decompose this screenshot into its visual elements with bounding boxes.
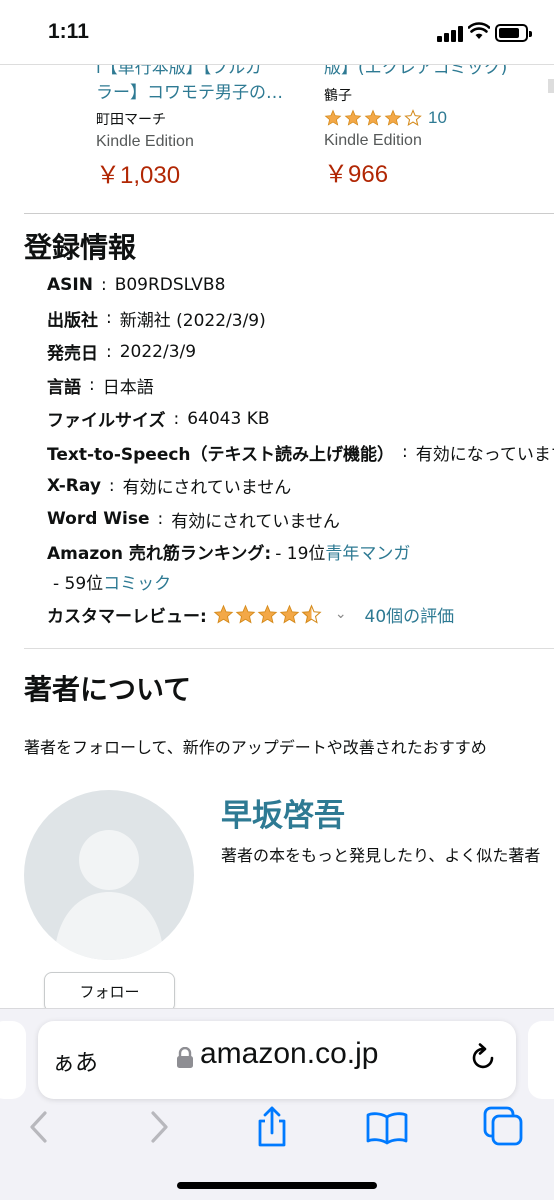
detail-key: ファイルサイズ bbox=[47, 411, 166, 432]
star-empty-icon bbox=[404, 109, 422, 127]
star-full-icon bbox=[257, 604, 278, 625]
product-card[interactable]: 版】(エクレアコミック) 鶴子 10 Kindle Edition ￥966 bbox=[324, 65, 539, 189]
next-product-peek bbox=[548, 79, 554, 93]
details-heading: 登録情報 bbox=[24, 231, 137, 264]
related-products-carousel[interactable]: l【単行本版】【フルカ ラー】コワモテ男子の… 町田マーチ Kindle Edi… bbox=[0, 64, 554, 214]
star-full-icon bbox=[384, 109, 402, 127]
browser-toolbar: ぁあ amazon.co.jp bbox=[0, 1008, 554, 1200]
wifi-icon bbox=[467, 22, 491, 44]
ranking-key: Amazon 売れ筋ランキング: bbox=[47, 543, 272, 564]
customer-reviews-row[interactable]: カスタマーレビュー: ⌄ 40個の評価 bbox=[47, 596, 554, 632]
product-details-list: ASIN: B09RDSLVB8 出版社: 新潮社 (2022/3/9) 発売日:2… bbox=[47, 268, 554, 632]
follow-button[interactable]: フォロー bbox=[44, 972, 175, 1012]
ranking-value: - 19位 bbox=[275, 543, 326, 564]
address-bar[interactable]: ぁあ amazon.co.jp bbox=[38, 1021, 516, 1099]
ratings-link[interactable]: 40個の評価 bbox=[365, 602, 455, 627]
author-name-link[interactable]: 早坂啓吾 bbox=[221, 790, 345, 835]
page-settings-button[interactable]: ぁあ bbox=[52, 1043, 98, 1077]
ranking-value: - 59位 bbox=[53, 573, 104, 594]
detail-key: 発売日 bbox=[47, 344, 98, 365]
ranking-category-link[interactable]: コミック bbox=[103, 569, 171, 594]
product-card[interactable]: l【単行本版】【フルカ ラー】コワモテ男子の… 町田マーチ Kindle Edi… bbox=[96, 65, 311, 190]
user-silhouette-icon bbox=[54, 830, 164, 960]
product-rating[interactable]: 10 bbox=[324, 108, 539, 128]
detail-key: Text-to-Speech（テキスト読み上げ機能） bbox=[47, 444, 395, 465]
forward-icon[interactable] bbox=[136, 1105, 180, 1149]
detail-row: ASIN: B09RDSLVB8 bbox=[47, 274, 226, 295]
next-tab-peek[interactable] bbox=[528, 1021, 554, 1099]
cellular-signal-icon bbox=[437, 26, 463, 42]
reload-icon[interactable] bbox=[470, 1043, 498, 1077]
star-full-icon bbox=[324, 109, 342, 127]
lock-icon bbox=[176, 1046, 194, 1073]
star-half-icon bbox=[301, 603, 322, 625]
tabs-icon[interactable] bbox=[482, 1105, 526, 1149]
previous-tab-peek[interactable] bbox=[0, 1021, 26, 1099]
bookmarks-icon[interactable] bbox=[364, 1105, 408, 1149]
author-description: 著者の本をもっと発見したり、よく似た著者 bbox=[221, 846, 541, 865]
detail-row: 出版社: 新潮社 (2022/3/9) bbox=[47, 302, 554, 336]
detail-key: ASIN bbox=[47, 274, 93, 295]
detail-row: ファイルサイズ:64043 KB bbox=[47, 402, 554, 436]
rating-count[interactable]: 10 bbox=[428, 108, 447, 128]
detail-key: Word Wise bbox=[47, 509, 150, 530]
product-price: ￥1,030 bbox=[96, 162, 181, 189]
reviews-key: カスタマーレビュー: bbox=[47, 606, 207, 627]
author-avatar[interactable] bbox=[24, 790, 194, 960]
star-full-icon bbox=[344, 109, 362, 127]
url-text[interactable]: amazon.co.jp bbox=[200, 1037, 378, 1071]
detail-key: 言語 bbox=[47, 377, 81, 398]
detail-key: X-Ray bbox=[47, 475, 101, 496]
product-title[interactable]: l【単行本版】【フルカ bbox=[96, 65, 311, 81]
detail-value: 2022/3/9 bbox=[119, 341, 197, 362]
detail-row: Text-to-Speech（テキスト読み上げ機能）: 有効になっています bbox=[47, 436, 554, 470]
home-indicator bbox=[177, 1182, 377, 1189]
status-bar: 1:11 bbox=[0, 0, 554, 64]
section-divider bbox=[24, 648, 554, 649]
star-full-icon bbox=[213, 604, 234, 625]
product-edition: Kindle Edition bbox=[96, 133, 194, 150]
detail-value: 64043 KB bbox=[187, 408, 270, 429]
ranking-row: Amazon 売れ筋ランキング: - 19位 青年マンガ bbox=[47, 536, 554, 566]
status-time: 1:11 bbox=[48, 20, 89, 43]
ranking-category-link[interactable]: 青年マンガ bbox=[325, 539, 410, 564]
detail-row: X-Ray: 有効にされていません bbox=[47, 469, 554, 503]
detail-row: Word Wise: 有効にされていません bbox=[47, 503, 554, 537]
detail-row: 言語: 日本語 bbox=[47, 369, 554, 403]
star-full-icon bbox=[364, 109, 382, 127]
section-divider bbox=[24, 213, 554, 214]
detail-value: 有効になっています bbox=[415, 444, 554, 465]
follow-description: 著者をフォローして、新作のアップデートや改善されたおすすめ bbox=[24, 738, 487, 757]
detail-row: 発売日:2022/3/9 bbox=[47, 335, 554, 369]
star-full-icon bbox=[279, 604, 300, 625]
chevron-down-icon[interactable]: ⌄ bbox=[335, 606, 347, 622]
product-title-line2[interactable]: ラー】コワモテ男子の… bbox=[96, 81, 311, 106]
detail-value: B09RDSLVB8 bbox=[114, 274, 226, 295]
detail-value: 新潮社 (2022/3/9) bbox=[119, 310, 266, 331]
navigation-toolbar bbox=[0, 1105, 554, 1161]
detail-value: 有効にされていません bbox=[122, 478, 292, 499]
share-icon[interactable] bbox=[250, 1105, 294, 1149]
product-edition: Kindle Edition bbox=[324, 132, 422, 149]
detail-value: 有効にされていません bbox=[171, 511, 340, 532]
detail-value: 日本語 bbox=[102, 377, 154, 398]
review-stars[interactable] bbox=[213, 603, 323, 625]
product-author: 鶴子 bbox=[324, 88, 352, 104]
battery-icon bbox=[495, 24, 532, 42]
detail-key: 出版社 bbox=[47, 310, 98, 331]
product-price: ￥966 bbox=[324, 161, 389, 188]
back-icon[interactable] bbox=[18, 1105, 62, 1149]
product-author: 町田マーチ bbox=[96, 112, 166, 128]
star-full-icon bbox=[235, 604, 256, 625]
ranking-row: - 59位 コミック bbox=[47, 566, 554, 596]
about-author-heading: 著者について bbox=[24, 673, 192, 706]
product-title[interactable]: 版】(エクレアコミック) bbox=[324, 65, 539, 81]
